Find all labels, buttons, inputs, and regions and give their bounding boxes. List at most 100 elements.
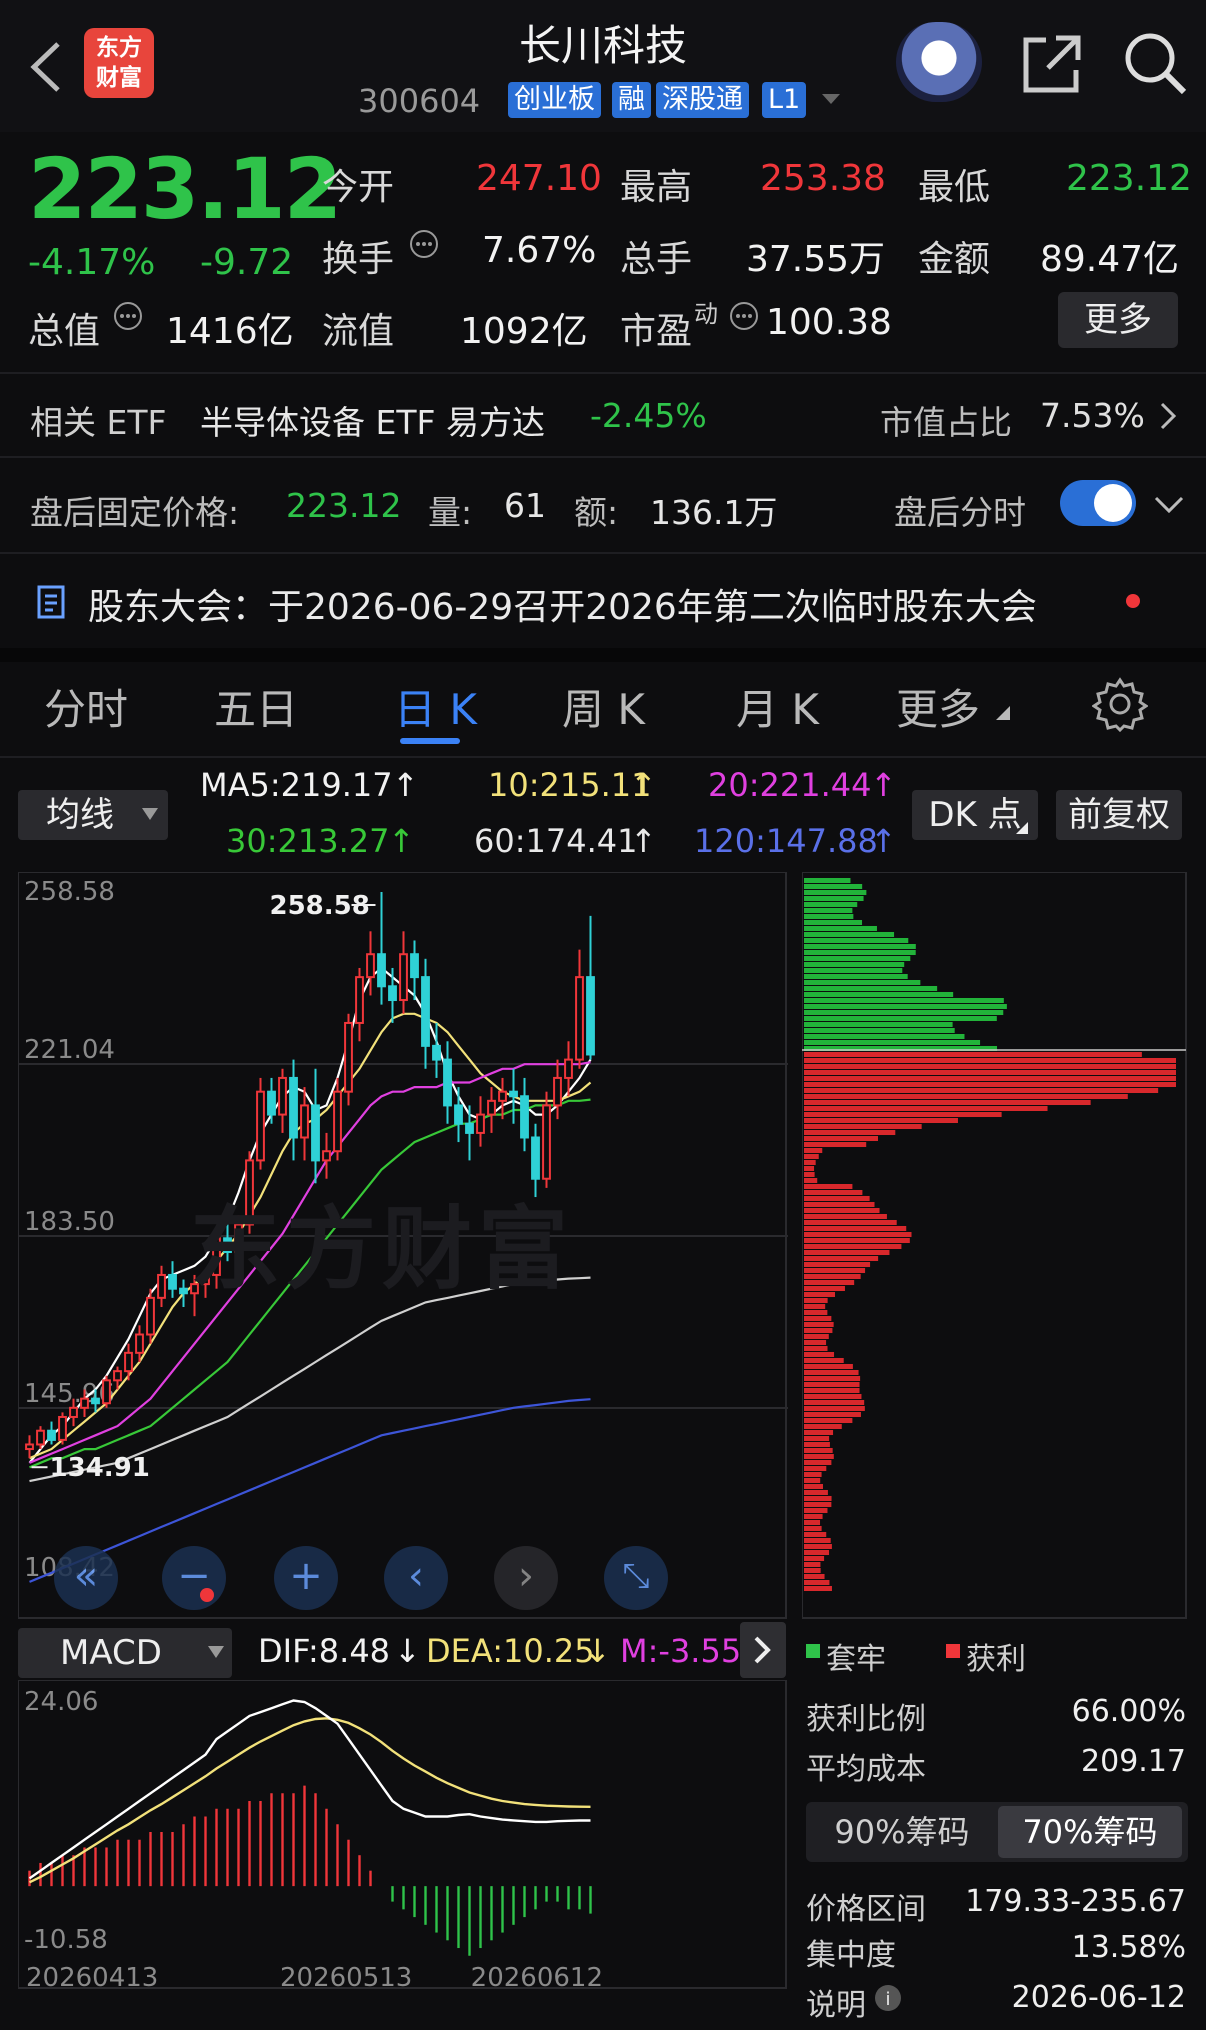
tag-chinext[interactable]: 创业板 [508,82,601,118]
chip-bar [804,1094,1128,1099]
candle-body [135,1333,144,1354]
candle-body [586,976,595,1056]
macd-expand-button[interactable] [740,1622,786,1678]
float-value: 1092亿 [460,311,588,352]
low-label: 最低 [918,167,991,208]
chip-bar [804,1064,1176,1069]
zoom-out-fast-button[interactable]: « [54,1546,118,1610]
tab-monthly-k[interactable]: 月 K [736,676,819,737]
chip-bar [804,1538,831,1543]
candle-body [146,1296,155,1336]
search-icon[interactable] [1122,30,1188,96]
chip-bar [804,1052,1142,1057]
tag-margin[interactable]: 融 [612,82,651,118]
chip-bar [804,1118,958,1123]
chip-70-button[interactable]: 70%筹码 [998,1806,1182,1858]
macd-selector[interactable]: MACD [18,1628,232,1678]
profit-ratio-label: 获利比例 [806,1702,926,1737]
back-arrow-icon[interactable] [26,38,66,96]
tab-weekly-k[interactable]: 周 K [562,676,645,737]
candle-body [553,1076,562,1107]
candle-body [454,1104,463,1125]
tag-dropdown-icon[interactable] [820,92,842,106]
chip-bar [804,1130,896,1135]
info-icon[interactable] [728,300,760,332]
info-icon[interactable]: i [874,1984,902,2012]
assistant-avatar-icon[interactable] [896,22,982,102]
info-icon[interactable] [408,228,440,260]
forward-adjust-button[interactable]: 前复权 [1056,790,1182,840]
chip-bar [804,1394,862,1399]
chip-bar [804,1292,836,1297]
scroll-right-button[interactable]: › [494,1546,558,1610]
chip-bar [804,944,916,949]
zoom-in-button[interactable]: + [274,1546,338,1610]
etf-name[interactable]: 半导体设备 ETF 易方达 [200,396,545,444]
more-quote-button[interactable]: 更多 [1058,292,1178,348]
chip-bar [804,1136,878,1141]
share-icon[interactable] [1020,32,1084,96]
profit-ratio-value: 66.00% [1071,1694,1186,1729]
chip-bar [804,1208,880,1213]
candle-body [476,1113,485,1134]
dk-point-label: DK 点 [928,795,1022,835]
ma10-value: 10:215.11 [488,766,652,804]
shareholder-meeting-notice[interactable]: 股东大会：于2026-06-29召开2026年第二次临时股东大会 [88,578,1037,630]
chevron-down-icon[interactable] [1152,494,1186,516]
chip-bar [804,1322,834,1327]
volume-value: 37.55万 [746,239,886,280]
chip-bar [804,1334,829,1339]
chip-bar [804,1082,1176,1087]
settings-gear-icon[interactable] [1092,676,1148,732]
chip-bar [804,896,864,901]
price-range-label: 价格区间 [806,1892,926,1927]
candle-body [399,953,408,1002]
etf-ratio-label: 市值占比 [880,403,1012,442]
chip-bar [804,1514,823,1519]
tab-daily-k[interactable]: 日 K [394,676,477,737]
watermark: 东方财富 [190,1197,574,1302]
chip-bar [804,1532,827,1537]
etf-label: 相关 ETF [30,403,167,442]
up-arrow-icon: ↑ [870,822,897,860]
candle-body [91,1397,100,1405]
tab-five-day[interactable]: 五日 [214,676,298,737]
info-icon[interactable] [112,300,144,332]
chip-bar [804,1430,834,1435]
etf-change: -2.45% [590,396,707,435]
candle-body [432,1044,441,1061]
chevron-right-icon[interactable] [1158,400,1178,432]
chip-bar [804,1034,965,1039]
macd-dea-line [28,1717,591,1884]
tab-more[interactable]: 更多 [896,676,980,737]
candle-body [157,1273,166,1299]
chip-bar [804,1280,855,1285]
tag-shenzhen-connect[interactable]: 深股通 [656,82,749,118]
chip-bar [804,1364,853,1369]
legend-trapped: 套牢 [826,1642,886,1677]
ma120-value: 120:147.88 [694,822,878,860]
section-gap [0,648,1206,662]
after-hours-toggle[interactable] [1060,480,1136,526]
candle-body [575,976,584,1061]
chip-bar [804,890,867,895]
chip-bar [804,1466,827,1471]
chip-bar [804,884,863,889]
tag-level1[interactable]: L1 [762,82,807,118]
tab-intraday[interactable]: 分时 [44,676,128,737]
chip-bar [804,920,863,925]
fullscreen-button[interactable]: ⤡ [604,1546,668,1610]
chip-bar [804,986,938,991]
macd-dif-line [28,1699,591,1880]
turnover-label: 换手 [322,239,395,280]
chip-90-button[interactable]: 90%筹码 [812,1806,992,1858]
x-tick-label: 20260612 [471,1963,603,1990]
candle-body [80,1397,89,1409]
chip-bar [804,1418,853,1423]
y-tick-label: 221.04 [24,1035,115,1065]
zoom-out-button[interactable]: − [162,1546,226,1610]
scroll-left-button[interactable]: ‹ [384,1546,448,1610]
chip-bar [804,1562,821,1567]
candle-body [388,985,397,1002]
macd-y-top-label: 24.06 [24,1687,98,1717]
